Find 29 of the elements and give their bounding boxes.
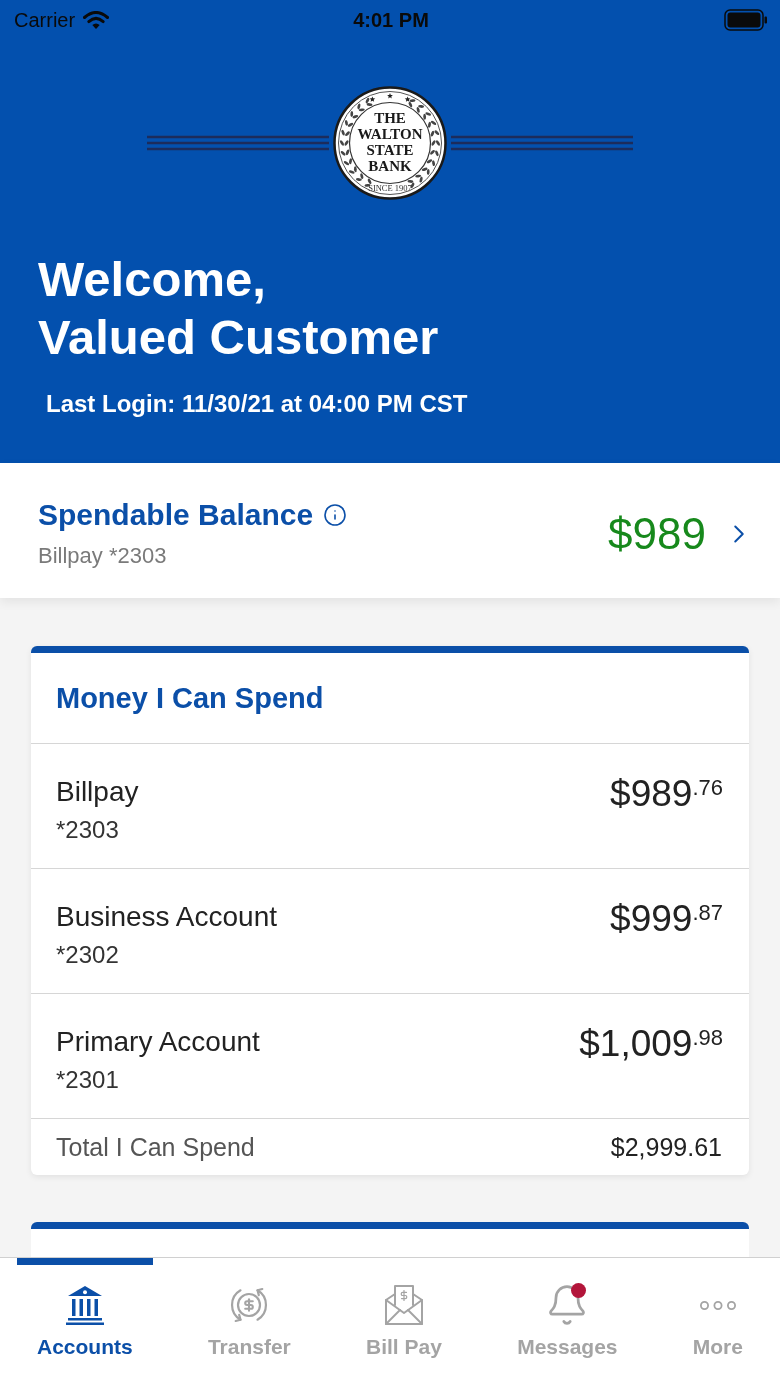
- info-icon[interactable]: [323, 503, 348, 527]
- logo-text: WALTON: [357, 126, 423, 142]
- spendable-balance-panel[interactable]: Spendable Balance Billpay *2303 $989: [0, 463, 780, 598]
- account-name[interactable]: Billpay: [56, 774, 139, 810]
- last-login-text: Last Login: 11/30/21 at 04:00 PM CST: [46, 389, 468, 419]
- account-number: *2303: [56, 815, 119, 845]
- total-label: Total I Can Spend: [56, 1132, 255, 1162]
- spendable-balance-title: Spendable Balance: [38, 497, 314, 533]
- envelope-dollar-icon: [383, 1284, 424, 1326]
- account-name[interactable]: Primary Account: [56, 1024, 260, 1060]
- welcome-heading: Welcome, Valued Customer: [38, 251, 439, 366]
- total-amount: $2,999.61: [610, 1132, 722, 1162]
- balance-account-text: Billpay *2303: [38, 542, 167, 570]
- account-number: *2301: [56, 1065, 119, 1095]
- logo-text: SINCE 1907: [368, 183, 412, 193]
- account-name[interactable]: Business Account: [56, 899, 278, 935]
- card-title: Money I Can Spend: [55, 681, 325, 716]
- spendable-amount: $989: [608, 509, 706, 559]
- wifi-icon: [83, 10, 110, 30]
- more-icon: [699, 1300, 736, 1310]
- logo-text: THE: [374, 110, 406, 126]
- time-text: 4:01 PM: [353, 8, 429, 32]
- logo-text: STATE: [366, 142, 414, 158]
- logo-text: BANK: [368, 158, 412, 174]
- tab-button[interactable]: Accounts: [17, 1258, 153, 1361]
- carrier-text: Carrier: [14, 8, 76, 32]
- battery-icon: [724, 9, 768, 31]
- account-number: *2302: [56, 940, 119, 970]
- bank-icon: [65, 1285, 104, 1325]
